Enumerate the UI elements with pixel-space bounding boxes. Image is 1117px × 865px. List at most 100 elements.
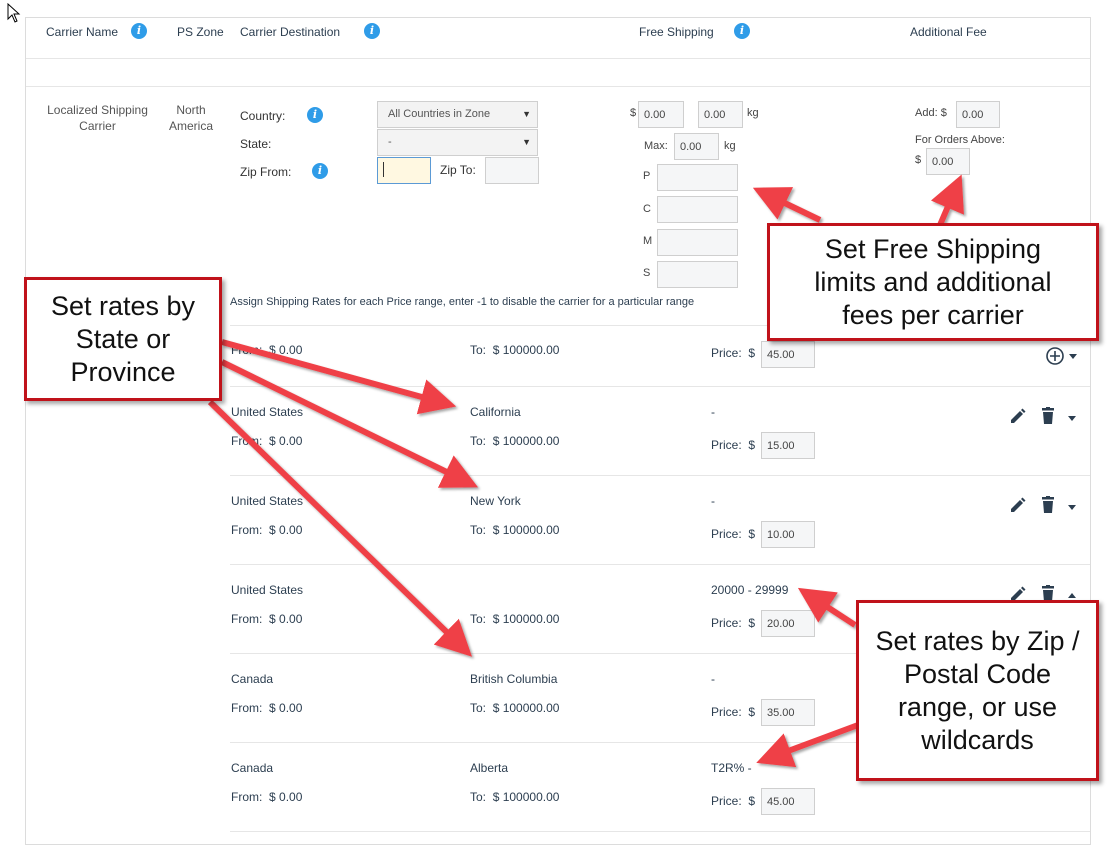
s-input[interactable] <box>657 261 738 288</box>
rate-to: To: $ 100000.00 <box>470 523 560 537</box>
delete-rate-button[interactable] <box>1040 407 1056 425</box>
default-rate-price-input[interactable]: 45.00 <box>761 341 815 368</box>
delete-rate-button[interactable] <box>1040 496 1056 514</box>
m-input[interactable] <box>657 229 738 256</box>
rate-to: To: $ 100000.00 <box>470 434 560 448</box>
divider <box>230 831 1090 832</box>
callout-state-province: Set rates by State or Province <box>24 277 222 401</box>
edit-rate-button[interactable] <box>1008 408 1028 426</box>
orders-above-currency: $ <box>915 154 922 166</box>
rate-zip-range: - <box>711 405 715 419</box>
plus-circle-icon <box>1046 347 1064 365</box>
rate-region: British Columbia <box>470 672 558 686</box>
add-label: Add: $ <box>915 107 947 119</box>
row-options-toggle[interactable] <box>1066 503 1078 511</box>
rate-price-input[interactable]: 20.00 <box>761 610 815 637</box>
info-icon[interactable]: i <box>307 107 323 123</box>
currency-symbol: $ <box>630 107 637 119</box>
orders-above-label: For Orders Above: <box>915 134 1005 146</box>
caret-down-icon <box>1068 505 1076 510</box>
rate-price-label: Price: $ <box>711 794 756 808</box>
header-free-shipping: Free Shipping <box>639 25 714 39</box>
info-icon[interactable]: i <box>364 23 380 39</box>
m-label: M <box>643 235 653 247</box>
rate-from: From: $ 0.00 <box>231 612 303 626</box>
rate-from: From: $ 0.00 <box>231 701 303 715</box>
zip-from-label: Zip From: <box>240 165 292 179</box>
rate-country: United States <box>231 494 304 508</box>
rate-price-label: Price: $ <box>711 438 756 452</box>
default-rate-from: From: $ 0.00 <box>231 343 303 357</box>
c-input[interactable] <box>657 196 738 223</box>
rate-country: Canada <box>231 672 274 686</box>
info-icon[interactable]: i <box>734 23 750 39</box>
caret-down-icon <box>1069 354 1077 359</box>
rate-zip-range: - <box>711 672 715 686</box>
row-options-toggle[interactable] <box>1066 414 1078 422</box>
trash-icon <box>1042 407 1054 424</box>
zip-to-label: Zip To: <box>440 163 476 177</box>
rate-zip-range: - <box>711 494 715 508</box>
s-label: S <box>643 267 651 279</box>
caret-down-icon <box>1068 416 1076 421</box>
divider <box>26 86 1090 87</box>
rate-region: Alberta <box>470 761 509 775</box>
pencil-icon <box>1011 408 1026 423</box>
divider <box>26 58 1090 59</box>
rate-price-input[interactable]: 35.00 <box>761 699 815 726</box>
pencil-icon <box>1011 586 1026 601</box>
country-label: Country: <box>240 109 286 123</box>
add-fee-input[interactable]: 0.00 <box>956 101 1000 128</box>
zip-to-input[interactable] <box>485 157 539 184</box>
info-icon[interactable]: i <box>131 23 147 39</box>
weight-unit: kg <box>747 107 759 119</box>
rate-from: From: $ 0.00 <box>231 523 303 537</box>
max-weight-unit: kg <box>724 140 736 152</box>
caret-down-icon: ▼ <box>522 137 531 147</box>
free-shipping-amount-input[interactable]: 0.00 <box>638 101 684 128</box>
default-rate-price-label: Price: $ <box>711 346 756 360</box>
orders-above-input[interactable]: 0.00 <box>926 148 970 175</box>
c-label: C <box>643 203 651 215</box>
pencil-icon <box>1011 497 1026 512</box>
rate-country: United States <box>231 583 304 597</box>
free-shipping-weight-input[interactable]: 0.00 <box>698 101 743 128</box>
divider <box>230 564 1090 565</box>
divider <box>230 475 1090 476</box>
zip-from-input[interactable] <box>377 157 431 184</box>
divider <box>230 386 1090 387</box>
default-rate-to: To: $ 100000.00 <box>470 343 560 357</box>
country-select[interactable]: All Countries in Zone ▼ <box>377 101 538 128</box>
rate-to: To: $ 100000.00 <box>470 701 560 715</box>
state-select[interactable]: - ▼ <box>377 129 538 156</box>
rate-price-label: Price: $ <box>711 705 756 719</box>
rate-to: To: $ 100000.00 <box>470 612 560 626</box>
rate-zip-range: 20000 - 29999 <box>711 583 789 597</box>
trash-icon <box>1042 496 1054 513</box>
rate-country: Canada <box>231 761 274 775</box>
mouse-cursor-icon <box>7 3 21 23</box>
rate-from: From: $ 0.00 <box>231 434 303 448</box>
max-weight-input[interactable]: 0.00 <box>674 133 719 160</box>
caret-down-icon: ▼ <box>522 109 531 119</box>
rate-price-label: Price: $ <box>711 527 756 541</box>
p-input[interactable] <box>657 164 738 191</box>
row-options-toggle[interactable] <box>1066 592 1078 600</box>
carrier-name: Localized Shipping Carrier <box>47 103 148 133</box>
text-cursor <box>383 162 384 177</box>
edit-rate-button[interactable] <box>1008 497 1028 515</box>
rate-price-input[interactable]: 45.00 <box>761 788 815 815</box>
rate-price-input[interactable]: 15.00 <box>761 432 815 459</box>
rate-price-input[interactable]: 10.00 <box>761 521 815 548</box>
header-additional-fee: Additional Fee <box>910 25 987 39</box>
caret-up-icon <box>1068 593 1076 598</box>
carrier-zone: North America <box>168 103 213 133</box>
add-rate-button[interactable] <box>1045 346 1081 366</box>
assign-rates-instruction: Assign Shipping Rates for each Price ran… <box>230 296 695 308</box>
info-icon[interactable]: i <box>312 163 328 179</box>
max-label: Max: <box>644 140 668 152</box>
state-label: State: <box>240 137 272 151</box>
rate-region: California <box>470 405 521 419</box>
rate-to: To: $ 100000.00 <box>470 790 560 804</box>
rate-price-label: Price: $ <box>711 616 756 630</box>
